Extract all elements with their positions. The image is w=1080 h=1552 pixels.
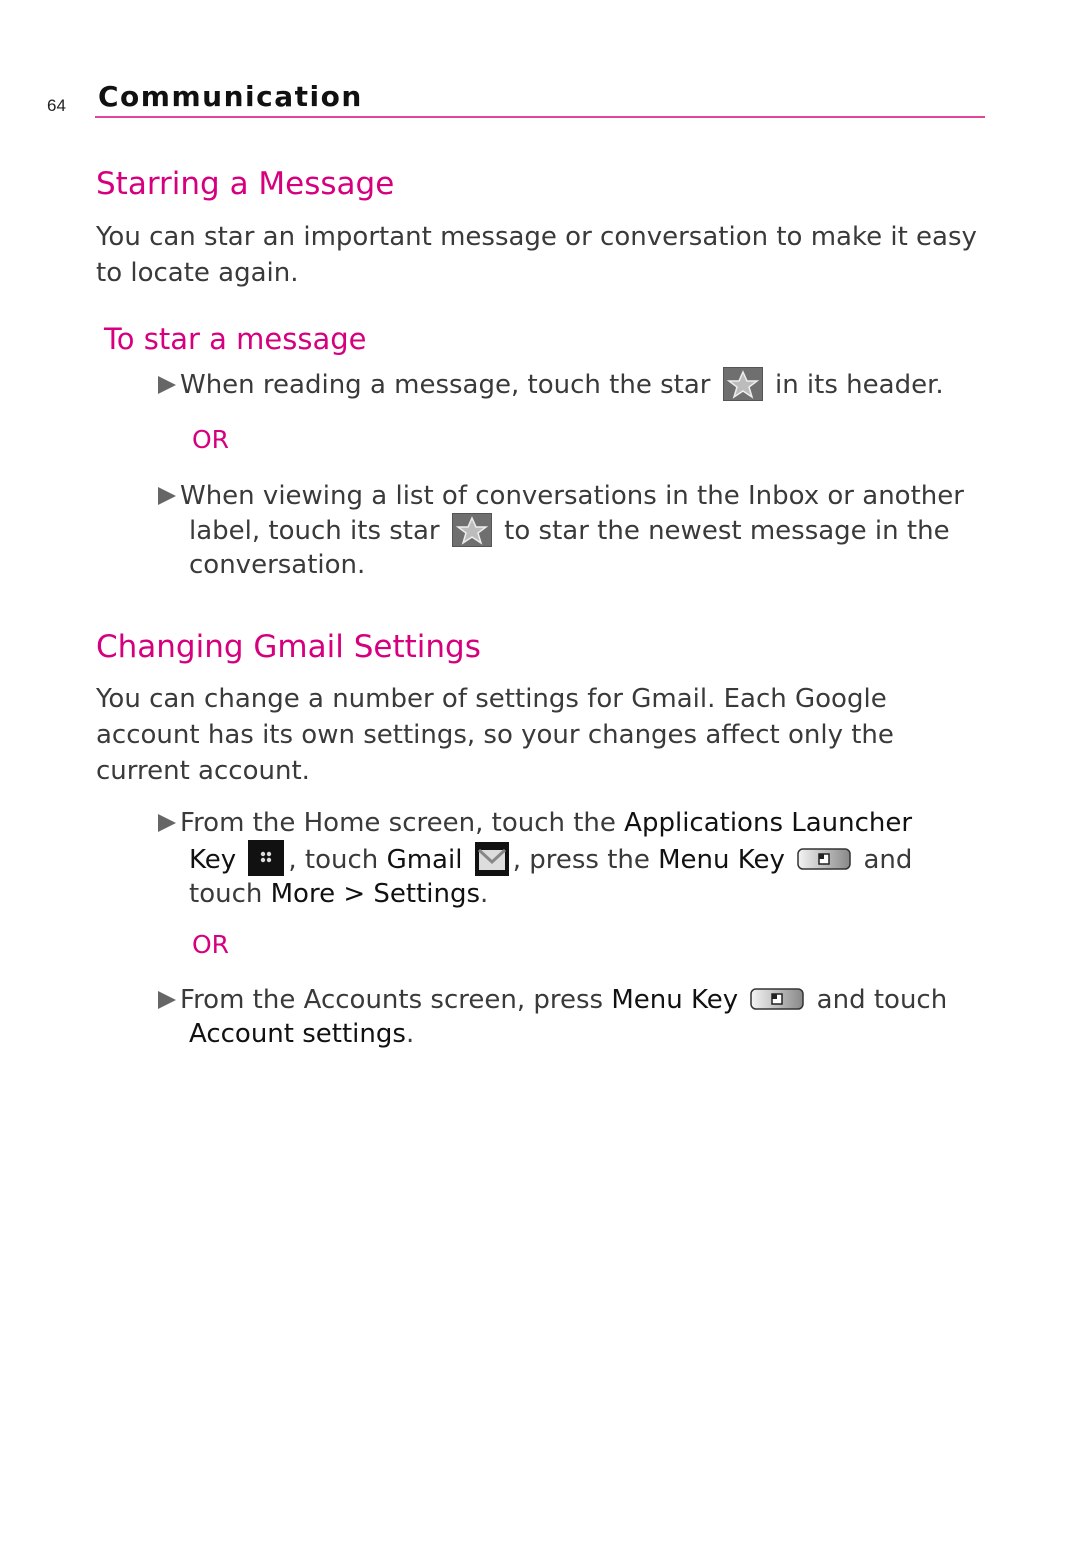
more-settings-label: More > Settings [270,879,481,909]
step-text: , press the [512,845,659,875]
gmail-icon [474,842,509,876]
bullet-arrow-icon [158,487,176,505]
step-text: , touch [288,845,387,875]
menu-key-label: Menu Key [658,845,785,875]
step-text: to star the newest message in the [504,516,950,546]
key-label: Key [189,845,237,875]
account-settings-label: Account settings [189,1019,406,1049]
step-star-reading: When reading a message, touch the star i… [158,367,978,402]
step-text: From the Accounts screen, press [180,985,612,1015]
gmail-label: Gmail [386,845,463,875]
star-icon [451,513,492,547]
step-text: When viewing a list of conversations in … [180,481,964,511]
heading-starring-a-message: Starring a Message [96,166,395,202]
intro-line: You can change a number of settings for … [96,684,887,714]
running-header: Communication [98,80,363,113]
step-text: touch [189,879,271,909]
intro-line: You can star an important message or con… [96,222,977,252]
gmail-intro: You can change a number of settings for … [96,681,986,789]
heading-changing-gmail-settings: Changing Gmail Settings [96,629,481,665]
step-text: When reading a message, touch the star [180,370,711,400]
star-icon [722,367,763,401]
page-number: 64 [47,96,66,115]
bullet-arrow-icon [158,814,176,832]
intro-line: current account. [96,756,310,786]
step-text: . [405,1019,415,1049]
step-home-screen: From the Home screen, touch the Applicat… [158,806,978,911]
bullet-arrow-icon [158,376,176,394]
applications-launcher-label: Applications Launcher [624,808,913,838]
step-text: and touch [808,985,948,1015]
step-accounts-screen: From the Accounts screen, press Menu Key… [158,983,978,1051]
bullet-arrow-icon [158,991,176,1009]
applications-launcher-icon [248,840,285,876]
or-separator: OR [192,425,230,454]
or-separator: OR [192,930,230,959]
step-text: in its header. [774,370,944,400]
menu-key-icon [797,848,851,870]
starring-intro: You can star an important message or con… [96,219,986,291]
subheading-to-star: To star a message [104,322,367,356]
step-text: From the Home screen, touch the [180,808,625,838]
menu-key-label: Menu Key [611,985,739,1015]
step-star-list: When viewing a list of conversations in … [158,479,978,582]
header-rule [95,116,985,118]
intro-line: to locate again. [96,258,299,288]
step-text: and [855,845,913,875]
menu-key-icon [750,988,805,1010]
intro-line: account has its own settings, so your ch… [96,720,894,750]
step-text: label, touch its star [189,516,440,546]
step-text: . [480,879,489,909]
step-text: conversation. [189,550,366,580]
